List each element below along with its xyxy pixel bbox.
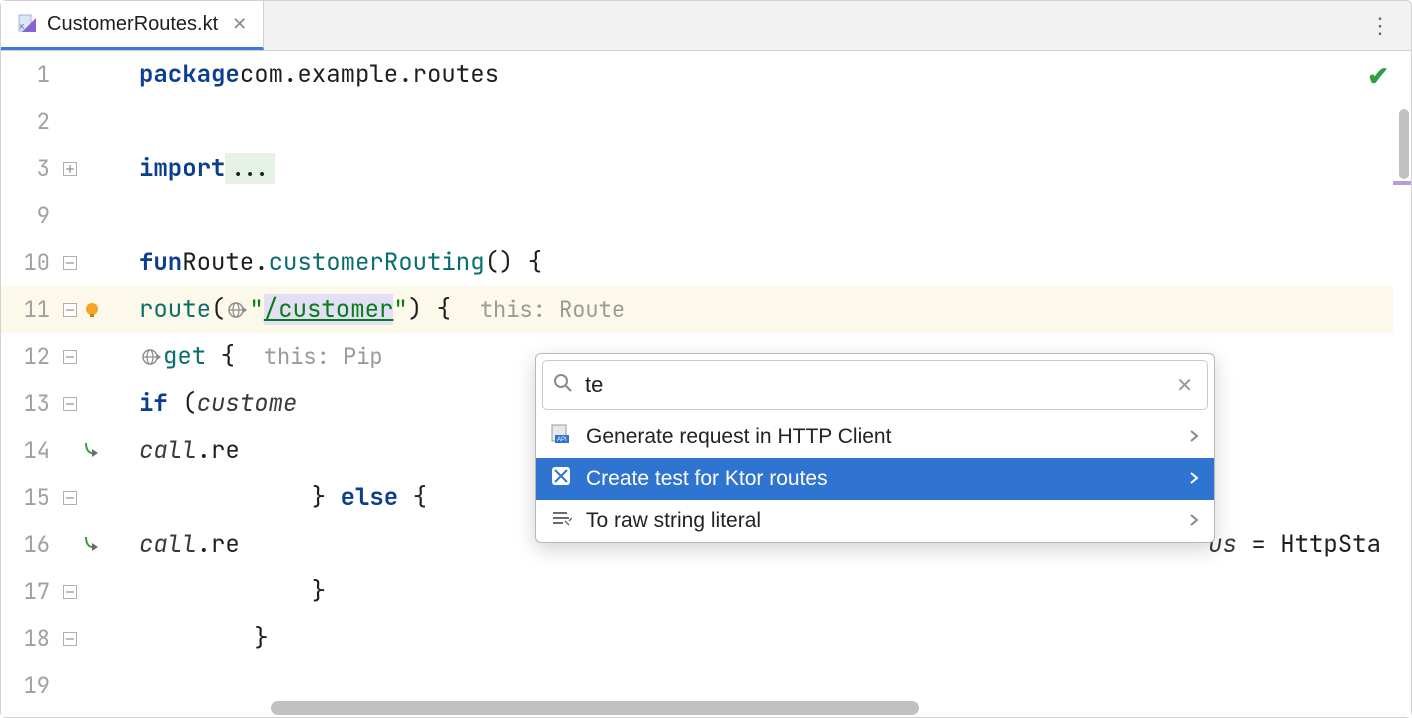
intention-label: Create test for Ktor routes — [586, 467, 828, 491]
intention-item-raw-string[interactable]: To raw string literal — [536, 500, 1214, 542]
chevron-right-icon — [1188, 467, 1200, 491]
popup-search-input[interactable] — [585, 372, 1160, 398]
url-globe-icon[interactable] — [139, 345, 163, 369]
text-icon — [550, 507, 572, 535]
line-number: 18 — [1, 624, 56, 653]
line-number: 12 — [1, 342, 56, 371]
intention-item-create-test[interactable]: Create test for Ktor routes — [536, 458, 1214, 500]
kotlin-file-icon: K — [17, 13, 39, 35]
intention-item-http-client[interactable]: API Generate request in HTTP Client — [536, 416, 1214, 458]
hscrollbar[interactable] — [271, 701, 1389, 715]
intention-label: Generate request in HTTP Client — [586, 425, 891, 449]
intention-bulb-icon[interactable] — [82, 300, 102, 320]
marker-purple[interactable] — [1393, 181, 1411, 185]
line-number: 3 — [1, 154, 56, 183]
vscroll-thumb[interactable] — [1399, 109, 1409, 179]
url-globe-icon[interactable] — [225, 298, 249, 322]
svg-text:API: API — [557, 437, 567, 443]
fold-collapse-icon[interactable] — [62, 349, 78, 365]
popup-search: ✕ — [542, 360, 1208, 410]
analysis-ok-icon[interactable]: ✔ — [1367, 61, 1389, 92]
implementing-method-icon[interactable] — [82, 439, 106, 463]
tab-label: CustomerRoutes.kt — [47, 13, 218, 36]
implementing-method-icon[interactable] — [82, 533, 106, 557]
line-number: 15 — [1, 483, 56, 512]
line-number: 19 — [1, 671, 56, 700]
line-number: 16 — [1, 530, 56, 559]
line-number: 14 — [1, 436, 56, 465]
line-number: 11 — [1, 295, 56, 324]
fold-collapse-icon[interactable] — [62, 396, 78, 412]
fold-end-icon[interactable] — [62, 631, 78, 647]
editor: 1 2 3 9 10 11 12 13 14 15 — [1, 51, 1411, 717]
intention-label: To raw string literal — [586, 509, 761, 533]
line-number: 10 — [1, 248, 56, 277]
marker-strip: ✔ — [1393, 51, 1411, 717]
fold-end-icon[interactable] — [62, 584, 78, 600]
line-number: 17 — [1, 577, 56, 606]
fold-expand-icon[interactable] — [62, 161, 78, 177]
clear-icon[interactable]: ✕ — [1172, 373, 1197, 398]
route-test-icon — [550, 465, 572, 493]
line-number: 13 — [1, 389, 56, 418]
ide-window: K CustomerRoutes.kt ✕ ⋮ 1 2 3 9 10 11 12 — [0, 0, 1412, 718]
line-number: 1 — [1, 60, 56, 89]
svg-text:K: K — [20, 24, 25, 31]
gutter: 1 2 3 9 10 11 12 13 14 15 — [1, 51, 131, 717]
fold-collapse-icon[interactable] — [62, 302, 78, 318]
chevron-right-icon — [1188, 509, 1200, 533]
chevron-right-icon — [1188, 425, 1200, 449]
line-number: 9 — [1, 201, 56, 230]
api-icon: API — [550, 423, 572, 451]
line-number: 2 — [1, 107, 56, 136]
close-tab-icon[interactable]: ✕ — [232, 14, 247, 35]
editor-tab[interactable]: K CustomerRoutes.kt ✕ — [1, 1, 264, 50]
fold-collapse-icon[interactable] — [62, 490, 78, 506]
intention-popup: ✕ API Generate request in HTTP Client Cr… — [535, 353, 1215, 543]
hscroll-thumb[interactable] — [271, 701, 919, 715]
search-icon — [553, 373, 573, 398]
editor-tabbar: K CustomerRoutes.kt ✕ ⋮ — [1, 1, 1411, 51]
fold-collapse-icon[interactable] — [62, 255, 78, 271]
tabbar-more-icon[interactable]: ⋮ — [1357, 1, 1403, 50]
